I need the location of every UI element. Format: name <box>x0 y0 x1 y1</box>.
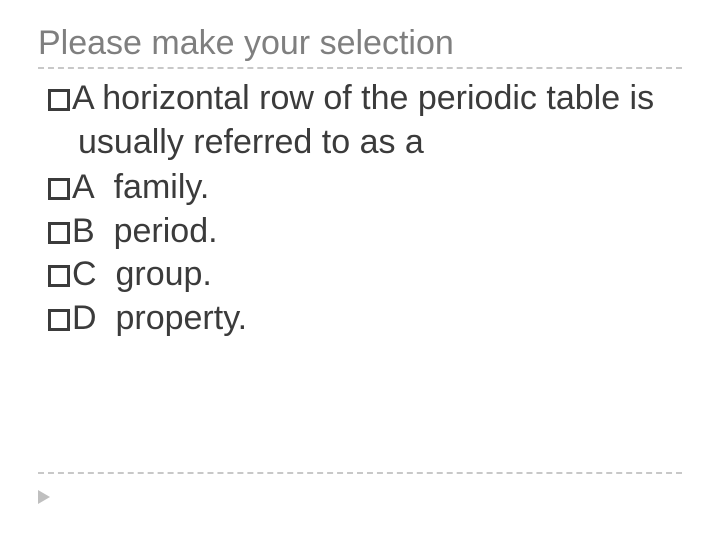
content-body: A horizontal row of the periodic table i… <box>38 77 682 340</box>
checkbox-icon <box>48 309 70 331</box>
option-a[interactable]: A family. <box>48 166 682 210</box>
option-letter: B <box>72 212 95 250</box>
checkbox-icon <box>48 265 70 287</box>
checkbox-icon <box>48 222 70 244</box>
bullet-box-icon <box>48 89 70 111</box>
option-text: family. <box>114 168 210 206</box>
option-text: group. <box>115 255 211 293</box>
option-text: period. <box>114 212 218 250</box>
question-content: A horizontal row of the periodic table i… <box>72 79 654 161</box>
option-d[interactable]: D property. <box>48 297 682 341</box>
option-letter: D <box>72 299 97 337</box>
option-letter: A <box>72 168 95 206</box>
title-divider <box>38 67 682 69</box>
question-text: A horizontal row of the periodic table i… <box>48 77 682 164</box>
option-c[interactable]: C group. <box>48 253 682 297</box>
option-letter: C <box>72 255 97 293</box>
option-text: property. <box>115 299 247 337</box>
checkbox-icon <box>48 178 70 200</box>
option-b[interactable]: B period. <box>48 210 682 254</box>
slide: Please make your selection A horizontal … <box>0 0 720 540</box>
bottom-divider <box>38 472 682 474</box>
play-triangle-icon <box>38 490 52 504</box>
page-title: Please make your selection <box>38 24 682 63</box>
